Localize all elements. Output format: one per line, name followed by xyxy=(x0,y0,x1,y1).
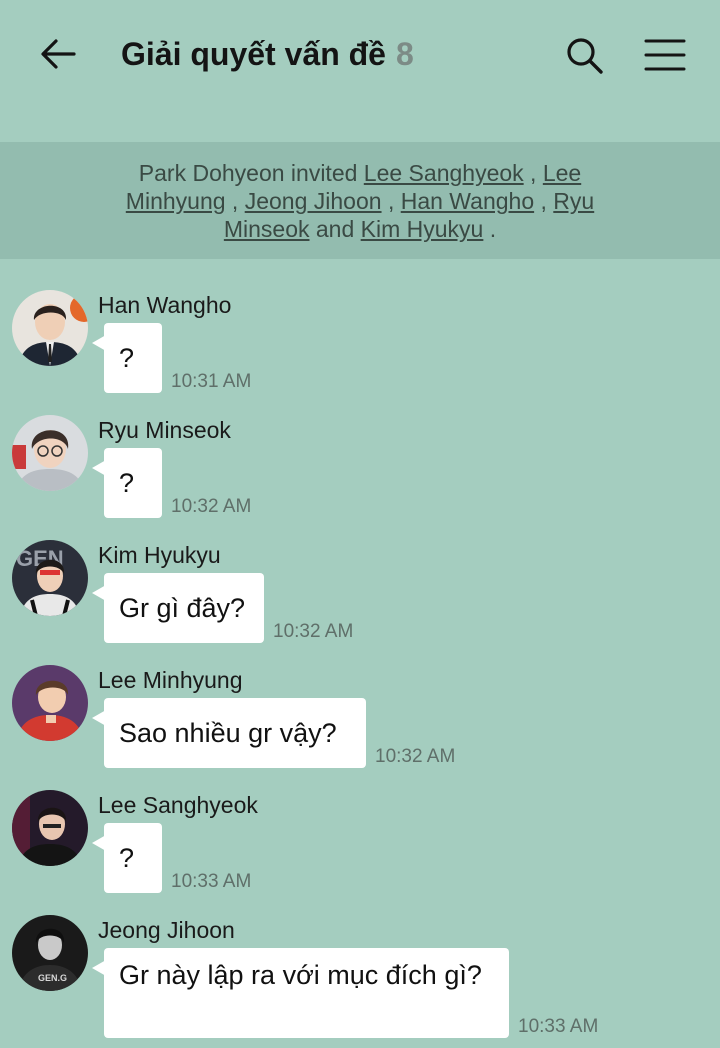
message-text: Gr này lập ra với mục đích gì? xyxy=(119,960,482,990)
message-text: Sao nhiều gr vậy? xyxy=(119,718,337,748)
user-avatar-icon xyxy=(12,415,88,491)
message-bubble[interactable]: ? xyxy=(104,448,162,518)
avatar[interactable]: GEN.G xyxy=(12,915,88,991)
sender-name: Ryu Minseok xyxy=(98,417,231,443)
hamburger-menu-icon xyxy=(644,39,686,71)
message-text: ? xyxy=(119,343,135,373)
message-bubble[interactable]: ? xyxy=(104,323,162,393)
menu-button[interactable] xyxy=(642,33,688,77)
message-bubble[interactable]: Sao nhiều gr vậy? xyxy=(104,698,366,768)
svg-text:GEN.G: GEN.G xyxy=(38,973,67,983)
invitee-link[interactable]: Lee Sanghyeok xyxy=(364,160,524,186)
avatar[interactable] xyxy=(12,665,88,741)
invitee-link[interactable]: Han Wangho xyxy=(401,188,534,214)
message-text: ? xyxy=(119,468,135,498)
message-time: 10:32 AM xyxy=(273,621,354,642)
message-text: Gr gì đây? xyxy=(119,593,246,623)
invitee-link[interactable]: Kim Hyukyu xyxy=(361,216,484,242)
sender-name: Lee Sanghyeok xyxy=(98,792,258,818)
invitee-link[interactable]: Jeong Jihoon xyxy=(245,188,382,214)
search-button[interactable] xyxy=(562,33,606,77)
inviter-name: Park Dohyeon xyxy=(138,160,285,186)
user-avatar-icon: GEN.G xyxy=(12,915,88,991)
sender-name: Lee Minhyung xyxy=(98,667,243,693)
chat-title: Giải quyết vấn đề 8 xyxy=(121,36,414,73)
user-avatar-icon xyxy=(12,290,88,366)
user-avatar-icon xyxy=(12,790,88,866)
back-button[interactable] xyxy=(36,32,80,76)
avatar[interactable] xyxy=(12,415,88,491)
separator: , xyxy=(231,188,239,214)
sender-name: Han Wangho xyxy=(98,292,232,318)
invite-notice: Park Dohyeon invited Lee Sanghyeok , Lee… xyxy=(0,142,720,259)
search-icon xyxy=(567,38,603,74)
separator: , xyxy=(387,188,395,214)
message-bubble[interactable]: Gr này lập ra với mục đích gì? xyxy=(104,948,509,1038)
avatar[interactable]: GEN xyxy=(12,540,88,616)
avatar[interactable] xyxy=(12,290,88,366)
sender-name: Jeong Jihoon xyxy=(98,917,235,943)
sender-name: Kim Hyukyu xyxy=(98,542,221,568)
arrow-left-icon xyxy=(41,39,76,69)
user-avatar-icon: GEN xyxy=(12,540,88,616)
message-time: 10:31 AM xyxy=(171,371,252,392)
message-bubble[interactable]: ? xyxy=(104,823,162,893)
and-word: and xyxy=(315,216,355,242)
chat-title-text: Giải quyết vấn đề xyxy=(121,36,386,72)
separator: , xyxy=(540,188,547,214)
message-time: 10:32 AM xyxy=(375,746,456,767)
invite-verb: invited xyxy=(290,160,358,186)
invite-notice-text: Park Dohyeon invited Lee Sanghyeok , Lee… xyxy=(100,159,620,243)
message-bubble[interactable]: Gr gì đây? xyxy=(104,573,264,643)
user-avatar-icon xyxy=(12,665,88,741)
message-time: 10:33 AM xyxy=(171,871,252,892)
period: . xyxy=(489,216,497,242)
app-header: Giải quyết vấn đề 8 xyxy=(0,0,720,140)
message-time: 10:32 AM xyxy=(171,496,252,517)
message-time: 10:33 AM xyxy=(518,1016,599,1037)
member-count: 8 xyxy=(395,36,414,72)
message-text: ? xyxy=(119,843,135,873)
separator: , xyxy=(530,160,537,186)
avatar[interactable] xyxy=(12,790,88,866)
